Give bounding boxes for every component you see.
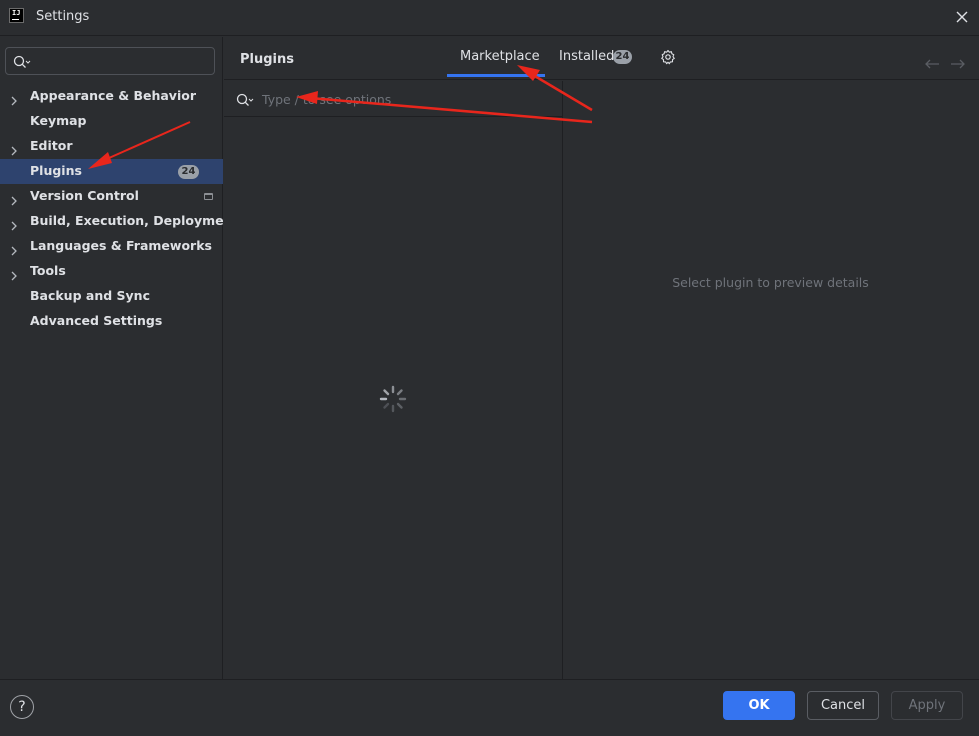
gear-icon[interactable] bbox=[660, 49, 676, 69]
plugin-list-pane: Type / to see options bbox=[224, 81, 563, 679]
search-placeholder: Type / to see options bbox=[262, 92, 392, 107]
chevron-right-icon[interactable] bbox=[10, 216, 18, 235]
sidebar-item-version-control[interactable]: Version Control bbox=[0, 184, 223, 209]
sidebar-item-build-execution-deployment[interactable]: Build, Execution, Deployment bbox=[0, 209, 238, 235]
chevron-right-icon[interactable] bbox=[10, 241, 18, 260]
window-title: Settings bbox=[36, 9, 90, 24]
project-level-icon bbox=[204, 193, 213, 200]
plugins-panel: Plugins Marketplace Installed 24 Type / … bbox=[224, 37, 979, 679]
page-title: Plugins bbox=[240, 52, 294, 67]
plugins-header: Plugins Marketplace Installed 24 bbox=[224, 37, 979, 80]
dialog-footer: ? OK Cancel Apply bbox=[0, 679, 979, 736]
empty-detail-message: Select plugin to preview details bbox=[672, 275, 869, 290]
cancel-button[interactable]: Cancel bbox=[807, 691, 879, 720]
tab-installed[interactable]: Installed bbox=[559, 49, 614, 64]
loading-spinner-icon bbox=[378, 384, 408, 418]
chevron-right-icon[interactable] bbox=[10, 266, 18, 285]
intellij-logo-icon: IJ bbox=[9, 8, 24, 23]
ok-button[interactable]: OK bbox=[723, 691, 795, 720]
title-bar: IJ Settings bbox=[0, 0, 979, 36]
tab-marketplace[interactable]: Marketplace bbox=[460, 49, 540, 64]
sidebar-item-plugins[interactable]: Plugins 24 bbox=[0, 159, 223, 184]
sidebar-item-editor[interactable]: Editor bbox=[0, 134, 223, 159]
search-icon bbox=[13, 54, 31, 73]
settings-search-input[interactable] bbox=[5, 47, 215, 75]
sidebar-item-keymap[interactable]: Keymap bbox=[0, 109, 223, 134]
search-icon bbox=[236, 92, 254, 111]
back-arrow-icon[interactable] bbox=[924, 54, 940, 73]
sidebar-item-backup-sync[interactable]: Backup and Sync bbox=[0, 284, 223, 309]
chevron-right-icon[interactable] bbox=[10, 191, 18, 210]
chevron-right-icon[interactable] bbox=[10, 91, 18, 110]
sidebar-item-tools[interactable]: Tools bbox=[0, 259, 223, 284]
sidebar-item-languages-frameworks[interactable]: Languages & Frameworks bbox=[0, 234, 223, 259]
plugin-search-input[interactable]: Type / to see options bbox=[224, 81, 563, 117]
settings-sidebar: Appearance & Behavior Keymap Editor Plug… bbox=[0, 37, 238, 679]
plugins-count-badge: 24 bbox=[178, 165, 199, 179]
active-tab-indicator bbox=[447, 74, 545, 77]
close-icon[interactable] bbox=[951, 6, 973, 28]
sidebar-item-appearance-behavior[interactable]: Appearance & Behavior bbox=[0, 84, 223, 109]
plugin-detail-pane: Select plugin to preview details bbox=[564, 81, 979, 679]
installed-count-badge: 24 bbox=[613, 50, 632, 64]
sidebar-item-advanced-settings[interactable]: Advanced Settings bbox=[0, 309, 223, 334]
help-button[interactable]: ? bbox=[10, 695, 34, 719]
apply-button[interactable]: Apply bbox=[891, 691, 963, 720]
forward-arrow-icon[interactable] bbox=[950, 54, 966, 73]
chevron-right-icon[interactable] bbox=[10, 141, 18, 160]
